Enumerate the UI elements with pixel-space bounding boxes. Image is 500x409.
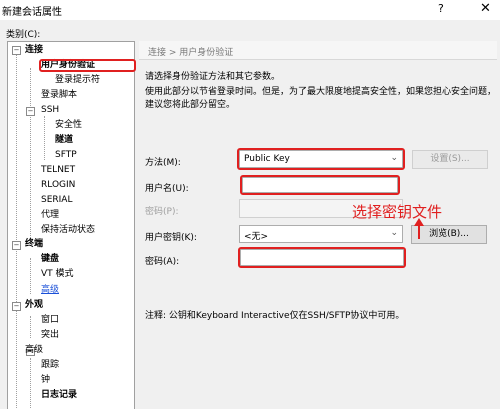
intro-text: 请选择身份验证方法和其它参数。 <box>145 72 281 82</box>
tree-connector <box>30 258 31 294</box>
collapse-icon[interactable]: − <box>12 241 21 250</box>
passphrase-highlight <box>238 247 406 268</box>
tree-item-bell[interactable]: 钟 <box>41 374 50 387</box>
tree-item-connection[interactable]: 连接 <box>25 44 43 57</box>
tree-item-trace[interactable]: 跟踪 <box>41 359 59 372</box>
collapse-icon[interactable]: − <box>12 46 21 55</box>
title-bar <box>0 0 500 20</box>
tree-item-ssh[interactable]: SSH <box>41 104 59 117</box>
tree-item-vt-mode[interactable]: VT 模式 <box>41 268 74 281</box>
tree-item-sftp[interactable]: SFTP <box>55 149 77 162</box>
tree-item-rlogin[interactable]: RLOGIN <box>41 179 75 192</box>
settings-button[interactable]: 设置(S)... <box>412 150 488 169</box>
collapse-icon[interactable]: − <box>12 302 21 311</box>
tree-item-logging[interactable]: 日志记录 <box>41 389 77 402</box>
password-label: 密码(P): <box>145 207 179 217</box>
tree-item-highlight[interactable]: 突出 <box>41 329 59 342</box>
collapse-icon[interactable]: − <box>26 107 35 116</box>
tree-item-security[interactable]: 安全性 <box>55 119 82 132</box>
tree-item-appearance[interactable]: 外观 <box>25 299 43 312</box>
username-highlight <box>240 175 400 195</box>
close-icon[interactable]: ✕ <box>480 1 491 16</box>
tree-connector <box>44 116 45 160</box>
tree-item-terminal[interactable]: 终端 <box>25 238 43 251</box>
tree-item-keep-alive[interactable]: 保持活动状态 <box>41 224 95 237</box>
tree-connector <box>30 68 31 238</box>
selected-item-highlight <box>39 59 136 72</box>
category-label: 类别(C): <box>6 30 41 40</box>
chevron-down-icon: ⌄ <box>390 228 398 238</box>
note-text: 注释: 公钥和Keyboard Interactive仅在SSH/SFTP协议中… <box>145 311 405 321</box>
tree-item-login-script[interactable]: 登录脚本 <box>41 89 77 102</box>
passphrase-label: 密码(A): <box>145 257 180 267</box>
intro-text: 建议您将此部分留空。 <box>145 100 236 110</box>
user-key-value: <无> <box>244 232 269 242</box>
user-key-label: 用户密钥(K): <box>145 233 197 243</box>
intro-text: 使用此部分以节省登录时间。但是，为了最大限度地提高安全性，如果您担心安全问题， <box>145 87 497 97</box>
method-highlight <box>237 148 405 170</box>
user-key-select[interactable]: <无> ⌄ <box>239 225 403 243</box>
tree-item-proxy[interactable]: 代理 <box>41 209 59 222</box>
tree-item-telnet[interactable]: TELNET <box>41 164 75 177</box>
tree-connector <box>16 55 17 408</box>
help-button[interactable]: ? <box>438 2 444 15</box>
tree-connector <box>30 316 31 338</box>
annotation-text: 选择密钥文件 <box>352 203 443 221</box>
window-title: 新建会话属性 <box>2 7 62 18</box>
username-label: 用户名(U): <box>145 184 189 194</box>
tree-item-login-prompts[interactable]: 登录提示符 <box>55 74 100 87</box>
tree-connector <box>30 358 31 408</box>
tree-item-window[interactable]: 窗口 <box>41 314 59 327</box>
tree-item-advanced[interactable]: 高级 <box>25 344 43 357</box>
method-label: 方法(M): <box>145 158 181 168</box>
tree-item-serial[interactable]: SERIAL <box>41 194 72 207</box>
breadcrumb: 连接 > 用户身份验证 <box>148 48 234 58</box>
tree-item-tunnel[interactable]: 隧道 <box>55 134 73 147</box>
tree-item-keyboard[interactable]: 键盘 <box>41 253 59 266</box>
tree-item-terminal-advanced[interactable]: 高级 <box>41 284 59 297</box>
annotation-arrow-icon <box>414 218 424 239</box>
